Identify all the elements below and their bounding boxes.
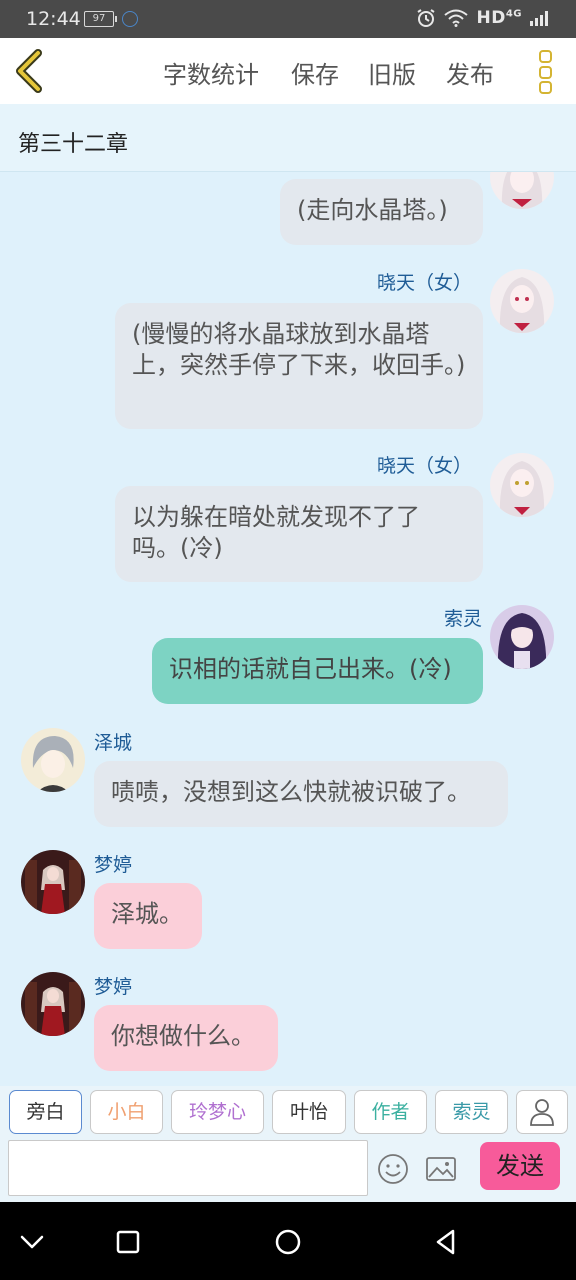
back-button[interactable] [10, 48, 54, 94]
avatar-xiaotian[interactable] [490, 453, 554, 517]
chapter-title: 第三十二章 [18, 132, 129, 157]
avatar-mengting[interactable] [21, 972, 85, 1036]
avatar-suoling[interactable] [490, 605, 554, 669]
triangle-back-icon [436, 1229, 455, 1255]
app-bar: 字数统计 保存 旧版 发布 [0, 38, 576, 104]
signal-icon [530, 10, 548, 26]
image-button[interactable] [424, 1152, 458, 1186]
speaker-name: 晓天（女） [376, 272, 472, 294]
message-bubble[interactable]: 以为躲在暗处就发现不了了吗。(冷) [115, 486, 483, 582]
composer: 旁白 小白 玲梦心 叶怡 作者 索灵 发送 [0, 1086, 576, 1202]
message-bubble[interactable]: 你想做什么。 [94, 1005, 278, 1071]
message-bubble[interactable]: 啧啧，没想到这么快就被识破了。 [94, 761, 508, 827]
wifi-icon [444, 9, 469, 27]
speaker-name: 梦婷 [94, 976, 133, 998]
character-manage-button[interactable] [516, 1090, 568, 1134]
nav-back-button[interactable] [428, 1224, 464, 1260]
emoji-button[interactable] [376, 1152, 410, 1186]
sync-icon [122, 11, 138, 27]
chat-list[interactable]: (走向水晶塔。) 晓天（女） (慢慢的将水晶球放到水晶塔上，突然手停了下来，收回… [0, 172, 576, 1086]
speaker-name: 梦婷 [94, 854, 133, 876]
character-button-xiaobai[interactable]: 小白 [90, 1090, 163, 1134]
speaker-name: 晓天（女） [376, 455, 472, 477]
chapter-header: 第三十二章 [0, 104, 576, 172]
status-time: 12:44 [26, 8, 81, 30]
avatar-mengting[interactable] [21, 850, 85, 914]
status-bar: 12:44 97 HD4G [0, 0, 576, 38]
chevron-down-icon [20, 1235, 44, 1249]
network-indicator: HD4G [476, 8, 522, 28]
word-count-button[interactable]: 字数统计 [163, 55, 259, 90]
square-icon [116, 1230, 140, 1254]
message-bubble[interactable]: 泽城。 [94, 883, 202, 949]
speaker-name: 索灵 [443, 608, 482, 630]
speaker-name: 泽城 [94, 732, 133, 754]
image-icon [426, 1157, 456, 1181]
character-button-lingmengxin[interactable]: 玲梦心 [171, 1090, 264, 1134]
circle-icon [275, 1229, 301, 1255]
message-input[interactable] [8, 1140, 368, 1196]
character-button-narration[interactable]: 旁白 [9, 1090, 82, 1134]
avatar-xiaotian[interactable] [490, 172, 554, 209]
send-button[interactable]: 发送 [480, 1142, 560, 1190]
message-bubble[interactable]: (慢慢的将水晶球放到水晶塔上，突然手停了下来，收回手。) [115, 303, 483, 429]
old-version-button[interactable]: 旧版 [368, 55, 416, 90]
alarm-icon [417, 9, 436, 27]
character-button-suoling[interactable]: 索灵 [435, 1090, 508, 1134]
publish-button[interactable]: 发布 [446, 55, 494, 90]
smiley-icon [378, 1154, 408, 1184]
avatar-zecheng[interactable] [21, 728, 85, 792]
avatar-xiaotian[interactable] [490, 269, 554, 333]
character-button-author[interactable]: 作者 [354, 1090, 427, 1134]
nav-home-button[interactable] [270, 1224, 306, 1260]
nav-recents-button[interactable] [110, 1224, 146, 1260]
save-button[interactable]: 保存 [291, 55, 339, 90]
nav-collapse-button[interactable] [14, 1224, 50, 1260]
person-icon [530, 1099, 554, 1126]
system-nav-bar [0, 1202, 576, 1280]
message-bubble[interactable]: (走向水晶塔。) [280, 179, 483, 245]
character-button-yeyi[interactable]: 叶怡 [272, 1090, 346, 1134]
message-bubble[interactable]: 识相的话就自己出来。(冷) [152, 638, 483, 704]
battery-icon: 97 [84, 11, 117, 27]
chevron-left-icon [16, 49, 42, 93]
more-options-button[interactable] [530, 50, 560, 94]
